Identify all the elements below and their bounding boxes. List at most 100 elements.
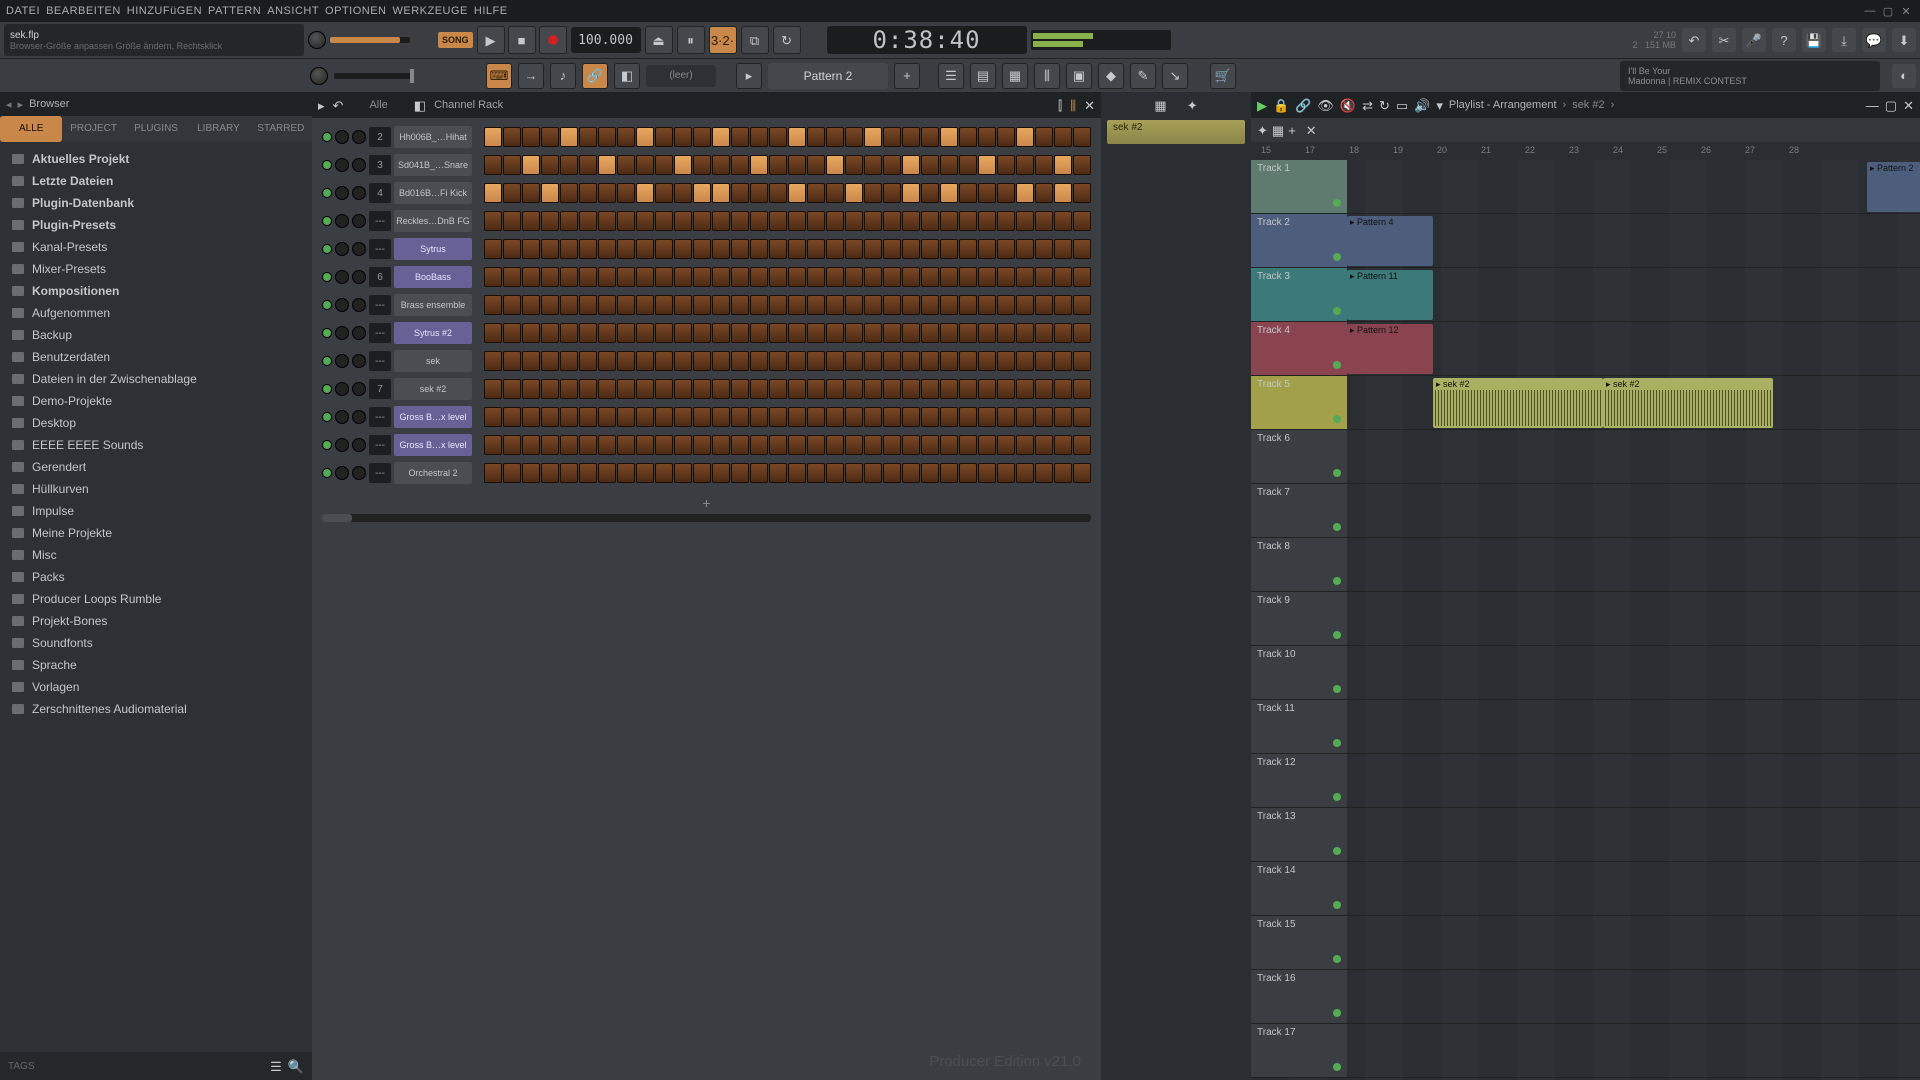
playlist-button[interactable]: ☰ [938,63,964,89]
step-button[interactable] [484,379,502,399]
step-button[interactable] [1035,351,1053,371]
step-button[interactable] [1035,127,1053,147]
step-button[interactable] [1073,379,1091,399]
step-button[interactable] [655,239,673,259]
channel-vol-knob[interactable] [352,382,366,396]
pl-vol-icon[interactable]: 🔊 [1414,99,1430,112]
pl-menu-icon[interactable]: ▾ [1436,99,1443,112]
step-button[interactable] [560,463,578,483]
channel-pan-knob[interactable] [335,326,349,340]
step-button[interactable] [750,155,768,175]
step-button[interactable] [864,407,882,427]
step-button[interactable] [769,323,787,343]
channel-name-button[interactable]: Orchestral 2 [394,462,472,484]
step-button[interactable] [693,323,711,343]
track-lane[interactable] [1347,700,1920,754]
step-button[interactable] [769,211,787,231]
piano-roll-button[interactable]: ▤ [970,63,996,89]
channel-name-button[interactable]: Sytrus [394,238,472,260]
step-button[interactable] [1073,267,1091,287]
step-button[interactable] [845,435,863,455]
menu-item[interactable]: WERKZEUGE [393,5,468,17]
step-button[interactable] [674,323,692,343]
step-button[interactable] [522,379,540,399]
step-button[interactable] [1054,239,1072,259]
step-button[interactable] [1035,183,1053,203]
step-button[interactable] [940,463,958,483]
step-button[interactable] [864,295,882,315]
pl-x-button[interactable]: ✕ [1306,124,1317,137]
shop-button[interactable]: 🛒 [1210,63,1236,89]
step-button[interactable] [541,211,559,231]
channel-mixer-track[interactable]: --- [369,211,391,231]
step-button[interactable] [940,323,958,343]
step-button[interactable] [598,351,616,371]
picker-add-icon[interactable]: ✦ [1187,99,1198,112]
step-button[interactable] [712,351,730,371]
channel-vol-knob[interactable] [352,466,366,480]
step-button[interactable] [940,211,958,231]
step-button[interactable] [522,323,540,343]
step-button[interactable] [807,267,825,287]
step-button[interactable] [845,211,863,231]
step-button[interactable] [484,211,502,231]
track-lane[interactable] [1347,592,1920,646]
browser-item[interactable]: Misc [0,544,312,566]
step-button[interactable] [598,267,616,287]
step-button[interactable] [693,127,711,147]
step-button[interactable] [769,351,787,371]
step-button[interactable] [1035,211,1053,231]
step-button[interactable] [807,351,825,371]
step-button[interactable] [560,211,578,231]
menu-item[interactable]: HINZUFüGEN [127,5,202,17]
midi-note-button[interactable]: ♪ [550,63,576,89]
channel-vol-knob[interactable] [352,438,366,452]
midi-out-button[interactable]: ◧ [614,63,640,89]
browser-item[interactable]: Desktop [0,412,312,434]
step-button[interactable] [693,463,711,483]
step-button[interactable] [617,407,635,427]
browser-item[interactable]: Meine Projekte [0,522,312,544]
step-button[interactable] [731,323,749,343]
step-button[interactable] [807,379,825,399]
step-button[interactable] [921,211,939,231]
step-button[interactable] [712,435,730,455]
step-button[interactable] [788,267,806,287]
browser-item[interactable]: Aktuelles Projekt [0,148,312,170]
step-button[interactable] [731,463,749,483]
step-button[interactable] [769,407,787,427]
step-button[interactable] [484,239,502,259]
step-button[interactable] [826,211,844,231]
step-button[interactable] [769,379,787,399]
channel-vol-knob[interactable] [352,410,366,424]
step-button[interactable] [864,435,882,455]
step-button[interactable] [788,407,806,427]
pl-tool-pencil-icon[interactable]: ▦ [1272,124,1284,137]
step-button[interactable] [712,155,730,175]
channel-mixer-track[interactable]: --- [369,295,391,315]
step-button[interactable] [1073,295,1091,315]
channel-mute-led[interactable] [322,244,332,254]
step-button[interactable] [826,351,844,371]
step-button[interactable] [921,295,939,315]
chat-icon[interactable]: 💬 [1862,28,1886,52]
step-button[interactable] [731,267,749,287]
step-button[interactable] [598,323,616,343]
track-lane[interactable] [1347,484,1920,538]
step-button[interactable] [579,155,597,175]
step-button[interactable] [484,155,502,175]
playlist-clip[interactable]: ▸ Pattern 12 [1347,324,1433,374]
step-button[interactable] [541,239,559,259]
track-header[interactable]: Track 6 [1251,430,1347,484]
step-button[interactable] [484,463,502,483]
step-button[interactable] [674,239,692,259]
step-button[interactable] [541,463,559,483]
step-button[interactable] [902,239,920,259]
step-button[interactable] [807,435,825,455]
track-mute-led[interactable] [1333,631,1341,639]
playlist-clip[interactable]: ▸ sek #2 [1433,378,1603,428]
channel-name-button[interactable]: Gross B…x level [394,406,472,428]
track-mute-led[interactable] [1333,199,1341,207]
step-button[interactable] [503,435,521,455]
step-button[interactable] [636,295,654,315]
